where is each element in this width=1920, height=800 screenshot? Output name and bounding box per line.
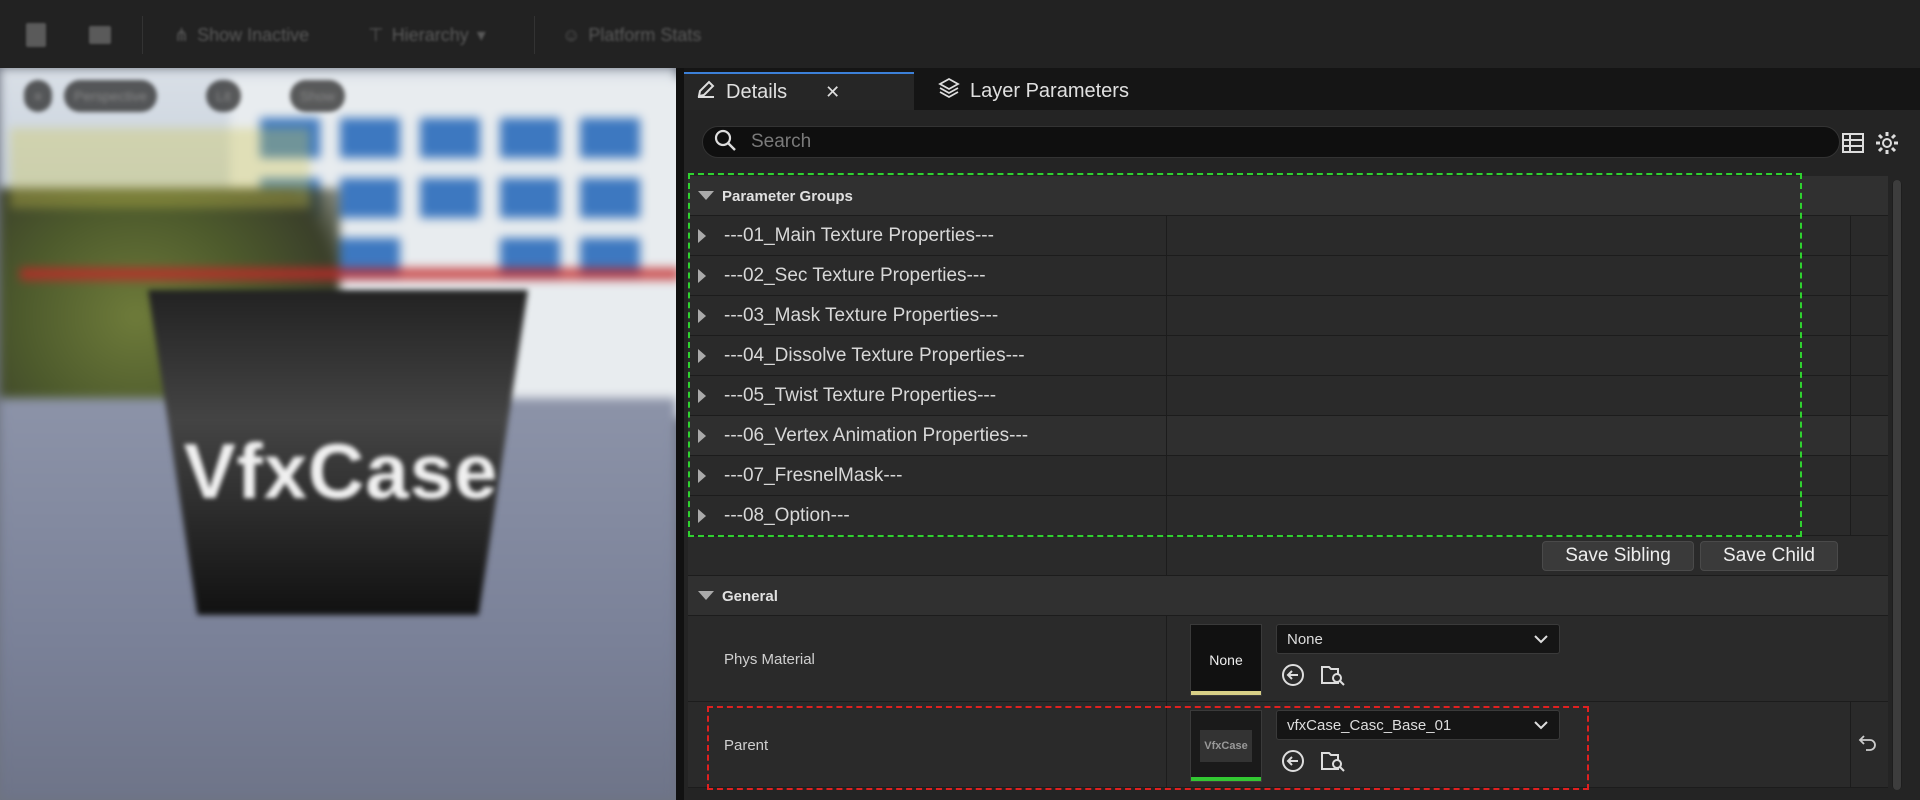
parent-label: Parent — [724, 736, 769, 754]
tab-details[interactable]: Details ✕ — [684, 72, 914, 110]
tab-layer-parameters-label: Layer Parameters — [970, 79, 1129, 102]
parameter-group-row[interactable]: ---06_Vertex Animation Properties--- — [688, 416, 1888, 456]
parameter-group-label: ---04_Dissolve Texture Properties--- — [724, 345, 1025, 366]
asset-picker-value: vfxCase_Casc_Base_01 — [1287, 716, 1452, 734]
chevron-down-icon — [698, 591, 714, 600]
hierarchy-tree-icon: ⋔ — [174, 24, 190, 45]
save-sibling-button[interactable]: Save Sibling — [1542, 541, 1694, 571]
asset-picker-value: None — [1287, 630, 1323, 648]
parameter-group-label: ---07_FresnelMask--- — [724, 465, 903, 486]
save-child-button[interactable]: Save Child — [1700, 541, 1838, 571]
reset-to-default-icon[interactable] — [1858, 732, 1882, 756]
parameter-group-row[interactable]: ---03_Mask Texture Properties--- — [688, 296, 1888, 336]
thumbnail-label: VfxCase — [1200, 730, 1252, 762]
details-panel: Details ✕ Layer Parameters Parameter Gr — [684, 68, 1920, 800]
category-label: Parameter Groups — [722, 187, 853, 205]
table-view-icon[interactable] — [1840, 130, 1866, 156]
chevron-right-icon — [698, 229, 706, 243]
show-button[interactable]: Show — [290, 80, 346, 112]
tab-details-label: Details — [726, 80, 788, 103]
search-box[interactable] — [702, 126, 1840, 158]
hierarchy-dropdown[interactable]: ⊤ Hierarchy ▾ — [368, 20, 486, 50]
platform-stats-button[interactable]: ☺ Platform Stats — [562, 20, 701, 50]
chevron-down-icon — [1533, 717, 1549, 734]
main-toolbar: ⋔ Show Inactive ⊤ Hierarchy ▾ ☺ Platform… — [0, 0, 1920, 69]
parameter-group-label: ---05_Twist Texture Properties--- — [724, 385, 997, 406]
show-inactive-label: Show Inactive — [197, 24, 310, 45]
save-icon[interactable] — [22, 20, 50, 50]
preview-viewport[interactable]: VfxCase ≡ Perspective Lit Show — [0, 68, 676, 800]
chevron-down-icon — [1533, 631, 1549, 648]
vertical-scrollbar[interactable] — [1892, 180, 1902, 790]
pencil-icon — [696, 79, 716, 105]
toolbar-divider — [142, 16, 143, 54]
parameter-group-label: ---08_Option--- — [724, 505, 850, 526]
chevron-right-icon — [698, 389, 706, 403]
details-content: Parameter Groups ---01_Main Texture Prop… — [684, 110, 1920, 800]
use-selected-asset-icon[interactable] — [1280, 662, 1306, 688]
browse-to-asset-icon[interactable] — [1320, 662, 1346, 688]
parameter-group-row[interactable]: ---07_FresnelMask--- — [688, 456, 1888, 496]
parameter-group-label: ---02_Sec Texture Properties--- — [724, 265, 986, 286]
parent-thumbnail[interactable]: VfxCase — [1190, 710, 1262, 782]
search-input[interactable] — [749, 130, 1803, 154]
viewport-menu-button[interactable]: ≡ — [24, 80, 53, 112]
gear-icon[interactable] — [1874, 130, 1900, 156]
phys-material-row: Phys Material None None — [688, 616, 1888, 702]
chevron-down-icon: ▾ — [476, 24, 486, 45]
chevron-right-icon — [698, 429, 706, 443]
phys-material-asset-picker[interactable]: None — [1276, 624, 1560, 654]
browse-to-asset-icon[interactable] — [1320, 748, 1346, 774]
close-icon[interactable]: ✕ — [825, 82, 840, 103]
parameter-group-row[interactable]: ---04_Dissolve Texture Properties--- — [688, 336, 1888, 376]
parameter-group-row[interactable]: ---02_Sec Texture Properties--- — [688, 256, 1888, 296]
category-parameter-groups[interactable]: Parameter Groups — [688, 176, 1888, 216]
parameter-group-row[interactable]: ---01_Main Texture Properties--- — [688, 216, 1888, 256]
perspective-button[interactable]: Perspective — [64, 80, 158, 112]
parameter-group-label: ---01_Main Texture Properties--- — [724, 225, 994, 246]
parent-asset-picker[interactable]: vfxCase_Casc_Base_01 — [1276, 710, 1560, 740]
category-general[interactable]: General — [688, 576, 1888, 616]
asset-type-bar — [1191, 777, 1261, 781]
phys-material-label: Phys Material — [724, 650, 815, 668]
phys-material-thumbnail[interactable]: None — [1190, 624, 1262, 696]
parameter-group-row[interactable]: ---05_Twist Texture Properties--- — [688, 376, 1888, 416]
parameter-group-row[interactable]: ---08_Option--- — [688, 496, 1888, 536]
asset-type-bar — [1191, 691, 1261, 695]
layers-icon — [938, 77, 960, 105]
person-icon: ☺ — [562, 24, 581, 45]
show-inactive-button[interactable]: ⋔ Show Inactive — [174, 20, 309, 50]
tab-layer-parameters[interactable]: Layer Parameters — [926, 72, 1146, 110]
parameter-group-label: ---03_Mask Texture Properties--- — [724, 305, 999, 326]
category-label: General — [722, 587, 778, 605]
toolbar-divider — [534, 16, 535, 54]
tab-bar: Details ✕ Layer Parameters — [684, 68, 1920, 110]
preview-logo-text: VfxCase — [183, 427, 499, 515]
parent-row: Parent VfxCase vfxCase_Casc_Base_01 — [688, 702, 1888, 788]
platform-stats-label: Platform Stats — [588, 24, 702, 45]
search-icon — [713, 128, 737, 157]
property-grid: Parameter Groups ---01_Main Texture Prop… — [688, 176, 1888, 800]
thumbnail-label: None — [1209, 652, 1243, 668]
scrollbar-thumb[interactable] — [1893, 180, 1901, 790]
chevron-down-icon — [698, 191, 714, 200]
hierarchy-icon: ⊤ — [368, 24, 384, 45]
parameter-group-label: ---06_Vertex Animation Properties--- — [724, 425, 1029, 446]
chevron-right-icon — [698, 509, 706, 523]
chevron-right-icon — [698, 309, 706, 323]
chevron-right-icon — [698, 469, 706, 483]
chevron-right-icon — [698, 269, 706, 283]
chevron-right-icon — [698, 349, 706, 363]
hierarchy-label: Hierarchy — [391, 24, 469, 45]
lit-button[interactable]: Lit — [206, 80, 241, 112]
use-selected-asset-icon[interactable] — [1280, 748, 1306, 774]
save-bar: Save Sibling Save Child — [688, 536, 1888, 576]
browse-icon[interactable] — [86, 20, 116, 50]
